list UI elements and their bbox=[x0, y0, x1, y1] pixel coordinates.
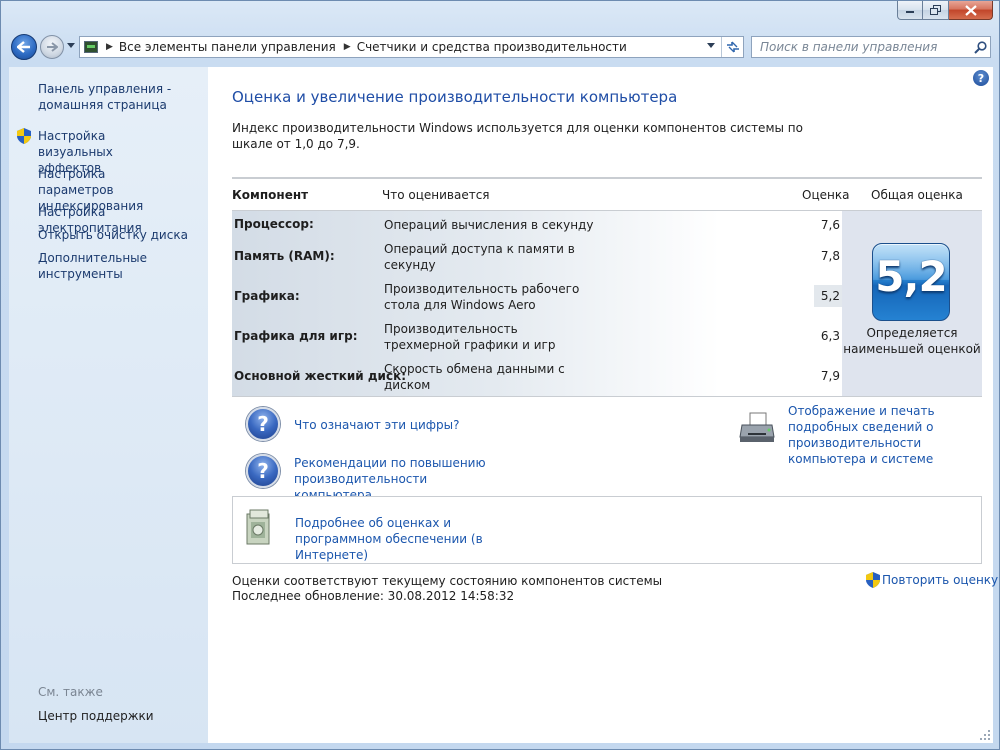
row-what: Производительность рабочего стола для Wi… bbox=[384, 282, 580, 312]
refresh-button[interactable] bbox=[721, 37, 743, 57]
row-score: 7,9 bbox=[820, 369, 840, 383]
rerun-assessment-label: Повторить оценку bbox=[882, 573, 999, 587]
software-box-icon bbox=[246, 509, 270, 545]
table-body: Процессор: Операций вычисления в секунду… bbox=[232, 210, 982, 397]
total-score-panel: 5,2 Определяется наименьшей оценкой bbox=[842, 211, 982, 396]
control-panel-icon bbox=[84, 41, 98, 53]
forward-arrow-icon bbox=[47, 42, 58, 52]
see-also-heading: См. также bbox=[38, 685, 103, 699]
sidebar: Панель управления - домашняя страница На… bbox=[9, 67, 208, 743]
what-numbers-link[interactable]: Что означают эти цифры? bbox=[294, 417, 514, 433]
breadcrumb-all-control-panel[interactable]: Все элементы панели управления bbox=[119, 40, 336, 54]
breadcrumb-performance[interactable]: Счетчики и средства производительности bbox=[357, 40, 627, 54]
forward-button[interactable] bbox=[40, 35, 64, 59]
row-component: Память (RAM): bbox=[234, 249, 335, 263]
search-box[interactable]: Поиск в панели управления bbox=[751, 36, 991, 58]
chevron-right-icon[interactable]: ▶ bbox=[106, 42, 113, 52]
address-dropdown-icon[interactable] bbox=[707, 43, 715, 49]
row-score-lowest: 5,2 bbox=[814, 285, 842, 307]
header-component: Компонент bbox=[232, 188, 309, 202]
resize-grip-icon[interactable] bbox=[979, 729, 991, 741]
row-score: 6,3 bbox=[820, 329, 840, 343]
row-what: Скорость обмена данными с диском bbox=[384, 362, 565, 392]
row-score: 7,8 bbox=[820, 249, 840, 263]
chevron-right-icon[interactable]: ▶ bbox=[344, 42, 351, 52]
row-component: Основной жесткий диск: bbox=[234, 369, 407, 383]
row-component: Процессор: bbox=[234, 217, 314, 231]
question-icon: ? bbox=[246, 407, 280, 441]
sidebar-item-disk-cleanup[interactable]: Открыть очистку диска bbox=[38, 227, 208, 243]
maximize-button[interactable] bbox=[923, 1, 949, 20]
minimize-button[interactable] bbox=[897, 1, 923, 20]
question-icon: ? bbox=[246, 454, 280, 488]
recent-pages-dropdown-icon[interactable] bbox=[67, 43, 75, 49]
page-title: Оценка и увеличение производительности к… bbox=[232, 88, 678, 106]
close-button[interactable] bbox=[949, 1, 993, 20]
row-what: Операций вычисления в секунду bbox=[384, 218, 594, 232]
uac-shield-icon bbox=[17, 128, 31, 144]
status-text: Оценки соответствуют текущему состоянию … bbox=[232, 574, 662, 604]
row-what: Операций доступа к памяти в секунду bbox=[384, 242, 575, 272]
print-details-link[interactable]: Отображение и печать подробных сведений … bbox=[788, 403, 988, 467]
back-arrow-icon bbox=[17, 41, 30, 53]
row-component: Графика для игр: bbox=[234, 329, 358, 343]
row-what: Производительность трехмерной графики и … bbox=[384, 322, 556, 352]
base-score-caption: Определяется наименьшей оценкой bbox=[843, 326, 981, 356]
minimize-icon bbox=[906, 11, 914, 13]
header-total: Общая оценка bbox=[871, 188, 963, 202]
caption-buttons bbox=[897, 1, 993, 20]
sidebar-item-advanced-tools[interactable]: Дополнительные инструменты bbox=[38, 250, 158, 282]
address-bar[interactable]: ▶ Все элементы панели управления ▶ Счетч… bbox=[79, 36, 744, 58]
online-info-box: Подробнее об оценках и программном обесп… bbox=[232, 496, 982, 564]
back-button[interactable] bbox=[11, 34, 37, 60]
refresh-icon bbox=[726, 41, 739, 53]
uac-shield-icon bbox=[866, 572, 880, 588]
sidebar-home-link[interactable]: Панель управления - домашняя страница bbox=[38, 81, 178, 113]
help-icon[interactable]: ? bbox=[973, 70, 989, 86]
main-content: ? Оценка и увеличение производительности… bbox=[208, 67, 998, 743]
search-input[interactable]: Поиск в панели управления bbox=[752, 40, 970, 54]
rerun-assessment-button[interactable]: Повторить оценку bbox=[866, 572, 998, 588]
base-score-value: 5,2 bbox=[875, 252, 947, 301]
row-component: Графика: bbox=[234, 289, 300, 303]
restore-icon bbox=[929, 5, 941, 15]
close-icon bbox=[964, 4, 977, 16]
status-line-current: Оценки соответствуют текущему состоянию … bbox=[232, 574, 663, 588]
sidebar-support-center-link[interactable]: Центр поддержки bbox=[38, 708, 154, 724]
header-score: Оценка bbox=[802, 188, 850, 202]
base-score-badge: 5,2 bbox=[872, 243, 950, 321]
online-info-link[interactable]: Подробнее об оценках и программном обесп… bbox=[295, 515, 535, 563]
header-what: Что оценивается bbox=[382, 188, 490, 202]
row-score: 7,6 bbox=[820, 218, 840, 232]
status-line-last-update: Последнее обновление: 30.08.2012 14:58:3… bbox=[232, 589, 515, 603]
window-frame: ▶ Все элементы панели управления ▶ Счетч… bbox=[0, 0, 1000, 750]
intro-text: Индекс производительности Windows исполь… bbox=[232, 121, 803, 151]
score-table: Компонент Что оценивается Оценка Общая о… bbox=[232, 177, 982, 397]
table-header: Компонент Что оценивается Оценка Общая о… bbox=[232, 179, 982, 210]
printer-icon bbox=[739, 412, 775, 442]
search-icon[interactable] bbox=[970, 40, 990, 54]
